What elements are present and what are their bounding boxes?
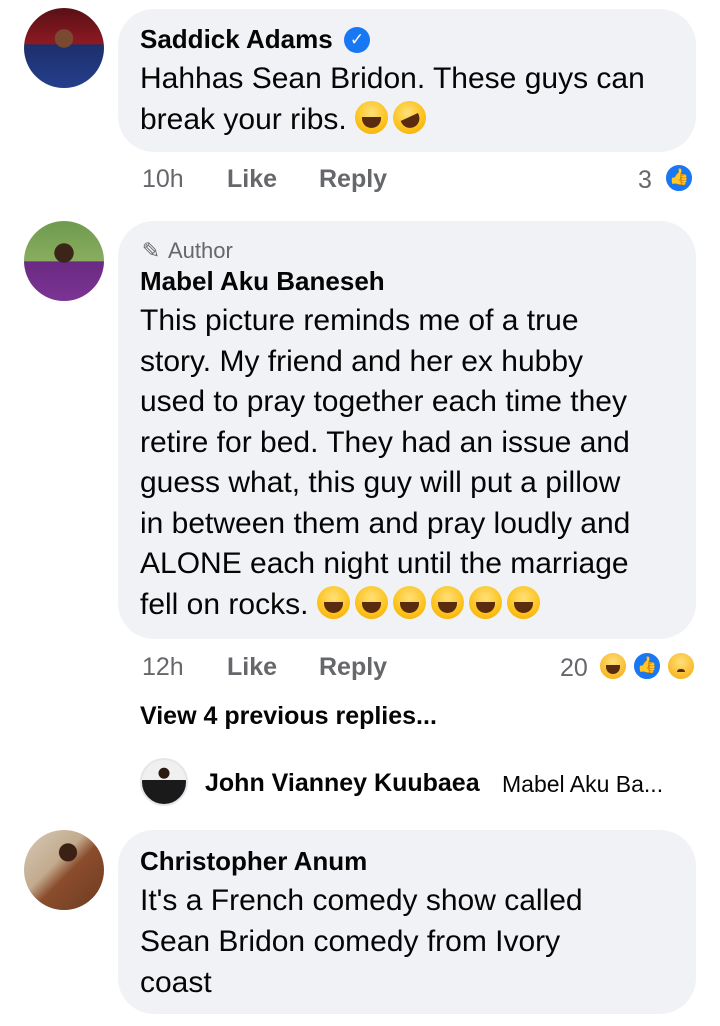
comment-text-line: Sean Bridon comedy from Ivory bbox=[140, 925, 561, 958]
comment-text-line: It's a French comedy show called bbox=[140, 884, 583, 917]
tired-face-emoji-icon bbox=[316, 586, 350, 619]
like-reaction-icon[interactable]: 👍 bbox=[632, 651, 662, 681]
comment-author-name[interactable]: Mabel Aku Baneseh bbox=[140, 266, 385, 297]
grinning-emoji-icon bbox=[355, 101, 389, 134]
like-button[interactable]: Like bbox=[227, 653, 277, 682]
tired-face-emoji-icon bbox=[392, 586, 426, 619]
comment-text-line-with-emoji: break your ribs. bbox=[140, 95, 432, 141]
avatar-christopher-anum[interactable] bbox=[24, 830, 104, 910]
avatar-mabel-aku-baneseh[interactable] bbox=[24, 221, 104, 301]
author-badge-label: Author bbox=[168, 238, 233, 263]
tired-face-emoji-icon bbox=[354, 586, 388, 619]
reaction-count[interactable]: 3 bbox=[638, 166, 652, 195]
avatar-saddick-adams[interactable] bbox=[24, 8, 104, 88]
like-reaction-icon[interactable]: 👍 bbox=[664, 163, 694, 193]
comment-text-line: ALONE each night until the marriage bbox=[140, 547, 629, 580]
comment-author-name[interactable]: Christopher Anum bbox=[140, 846, 367, 877]
tired-face-emoji-icon bbox=[468, 586, 502, 619]
reaction-count[interactable]: 20 bbox=[560, 654, 588, 683]
like-button[interactable]: Like bbox=[227, 165, 277, 194]
verified-badge-icon: ✓ bbox=[344, 27, 370, 53]
rolling-laughing-emoji-icon bbox=[387, 95, 432, 140]
reply-button[interactable]: Reply bbox=[319, 653, 387, 682]
comment-timestamp[interactable]: 10h bbox=[142, 165, 184, 194]
comment-text-line: guess what, this guy will put a pillow bbox=[140, 466, 621, 499]
reply-button[interactable]: Reply bbox=[319, 165, 387, 194]
comment-timestamp[interactable]: 12h bbox=[142, 653, 184, 682]
avatar-john-vianney-kuubaea[interactable] bbox=[140, 758, 188, 806]
tired-face-emoji-icon bbox=[430, 586, 464, 619]
comment-text-line: fell on rocks. bbox=[140, 588, 309, 621]
comment-text-line: retire for bed. They had an issue and bbox=[140, 426, 630, 459]
comment-text-line: This picture reminds me of a true bbox=[140, 304, 579, 337]
tired-face-emoji-icon bbox=[506, 586, 540, 619]
pencil-icon: ✎ bbox=[141, 238, 161, 263]
sad-reaction-icon[interactable] bbox=[666, 651, 696, 681]
comment-text-line-with-emoji: fell on rocks. bbox=[140, 585, 545, 626]
haha-reaction-icon[interactable] bbox=[598, 651, 628, 681]
reply-preview-text[interactable]: Mabel Aku Ba... bbox=[502, 771, 663, 798]
comment-text-line: break your ribs. bbox=[140, 103, 347, 136]
comment-text-line: coast bbox=[140, 966, 212, 999]
comment-author-name[interactable]: Saddick Adams bbox=[140, 24, 333, 55]
reply-author-name[interactable]: John Vianney Kuubaea bbox=[205, 769, 480, 798]
comment-text-line: story. My friend and her ex hubby bbox=[140, 345, 583, 378]
comment-text-line: Hahhas Sean Bridon. These guys can bbox=[140, 62, 645, 95]
comment-text-line: in between them and pray loudly and bbox=[140, 507, 631, 540]
author-badge: ✎ Author bbox=[140, 238, 233, 264]
view-previous-replies-link[interactable]: View 4 previous replies... bbox=[140, 702, 437, 731]
comment-text-line: used to pray together each time they bbox=[140, 385, 627, 418]
